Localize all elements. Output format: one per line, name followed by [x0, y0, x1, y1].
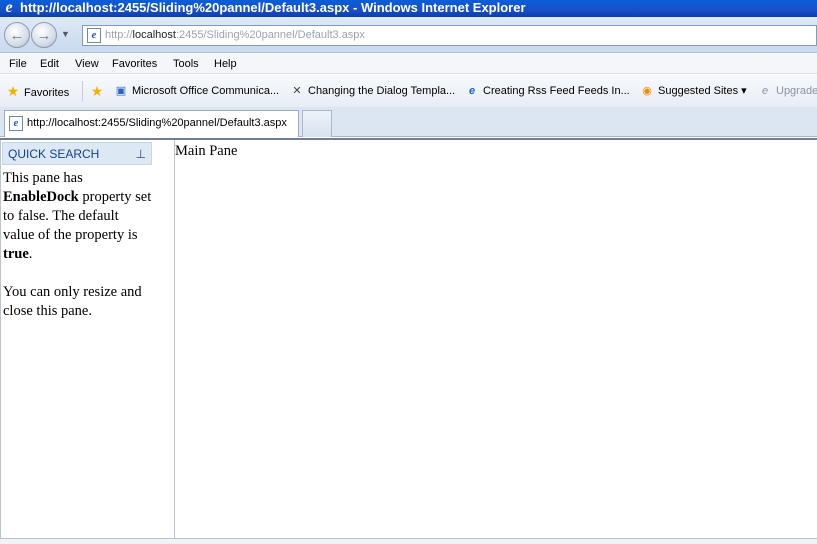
property-name: EnableDock: [3, 189, 79, 205]
forward-arrow-icon: →: [36, 26, 52, 44]
favorite-link-dialog[interactable]: ✕ Changing the Dialog Templa...: [290, 75, 455, 107]
pane-header[interactable]: QUICK SEARCH ⊥: [2, 142, 152, 165]
menu-file[interactable]: File: [9, 54, 27, 74]
ie-page-icon: e: [761, 85, 769, 97]
quick-search-pane: QUICK SEARCH ⊥ This pane has EnableDock …: [0, 140, 175, 540]
favorites-button[interactable]: ★ Favorites: [6, 75, 70, 109]
favorite-label: Creating Rss Feed Feeds In...: [483, 85, 630, 97]
ie-logo-icon: e: [5, 0, 13, 16]
link-icon: ✕: [292, 85, 302, 97]
menu-tools[interactable]: Tools: [173, 54, 199, 74]
main-pane-text: Main Pane: [175, 143, 238, 159]
back-arrow-icon: ←: [9, 26, 25, 44]
text: .: [28, 246, 33, 262]
page-content: QUICK SEARCH ⊥ This pane has EnableDock …: [0, 138, 817, 540]
menu-favorites[interactable]: Favorites: [112, 54, 157, 74]
window-title: http://localhost:2455/Sliding%20pannel/D…: [20, 0, 526, 15]
favorite-label: Suggested Sites ▾: [658, 85, 747, 97]
address-prefix: http://: [105, 29, 133, 41]
tab-bar: e http://localhost:2455/Sliding%20pannel…: [0, 107, 817, 137]
history-dropdown-icon[interactable]: ▼: [61, 29, 70, 39]
suggested-sites-button[interactable]: ◉ Suggested Sites ▾: [640, 75, 747, 107]
pin-icon[interactable]: ⊥: [136, 143, 146, 165]
office-icon: ▣: [115, 85, 127, 97]
forward-button[interactable]: →: [31, 22, 57, 48]
favorites-star-icon: ★: [6, 83, 20, 99]
back-button[interactable]: ←: [4, 22, 30, 48]
address-bar[interactable]: e http://localhost:2455/Sliding%20pannel…: [82, 25, 817, 46]
menu-bar: File Edit View Favorites Tools Help: [0, 54, 817, 74]
page-icon: e: [87, 28, 101, 43]
menu-edit[interactable]: Edit: [40, 54, 59, 74]
favorites-bar: ★ Favorites ★ ▣ Microsoft Office Communica…: [0, 75, 817, 107]
ie-page-icon: e: [468, 85, 476, 97]
menu-help[interactable]: Help: [214, 54, 237, 74]
pane-body: This pane has EnableDock property set to…: [3, 169, 153, 340]
divider: [82, 81, 83, 101]
add-favorite-icon: ★: [90, 83, 104, 99]
favorite-link-upgrade[interactable]: e Upgrade: [758, 75, 817, 107]
new-tab-button[interactable]: [302, 110, 332, 137]
property-value: true: [3, 246, 29, 262]
address-host: localhost: [132, 29, 176, 41]
status-bar: [0, 538, 817, 544]
address-rest: :2455/Sliding%20pannel/Default3.aspx: [175, 29, 365, 41]
suggested-sites-icon: ◉: [642, 85, 652, 97]
tab-page-icon: e: [9, 116, 23, 131]
address-row: ← → ▼ e http://localhost:2455/Sliding%20…: [0, 17, 817, 53]
favorite-link-rss[interactable]: e Creating Rss Feed Feeds In...: [465, 75, 630, 107]
favorite-link-office[interactable]: ▣ Microsoft Office Communica...: [114, 75, 279, 107]
text: This pane has: [3, 170, 83, 186]
favorites-label: Favorites: [24, 87, 70, 99]
pane-paragraph-1: This pane has EnableDock property set to…: [3, 169, 153, 264]
favorite-label: Upgrade: [776, 85, 817, 97]
tab-label: http://localhost:2455/Sliding%20pannel/D…: [27, 117, 287, 129]
tab-active[interactable]: e http://localhost:2455/Sliding%20pannel…: [4, 110, 299, 137]
pane-title: QUICK SEARCH: [8, 147, 100, 161]
menu-view[interactable]: View: [75, 54, 99, 74]
window-title-bar[interactable]: e http://localhost:2455/Sliding%20pannel…: [0, 0, 817, 17]
favorite-label: Changing the Dialog Templa...: [308, 85, 456, 97]
add-favorite-button[interactable]: ★: [90, 75, 108, 109]
favorite-label: Microsoft Office Communica...: [132, 85, 280, 97]
pane-paragraph-2: You can only resize and close this pane.: [3, 284, 142, 319]
